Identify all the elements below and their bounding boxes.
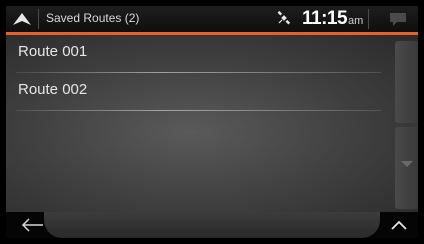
clock-time: 11:15 bbox=[302, 8, 348, 29]
scroll-up-button[interactable] bbox=[395, 41, 418, 123]
message-icon[interactable] bbox=[388, 11, 408, 27]
header-divider bbox=[38, 9, 39, 29]
list-separator bbox=[16, 110, 381, 111]
scroll-down-button[interactable] bbox=[395, 127, 418, 209]
saved-routes-panel: Route 001 Route 002 bbox=[6, 35, 418, 212]
clock-ampm: am bbox=[348, 15, 364, 27]
back-arrow-icon[interactable] bbox=[20, 217, 46, 233]
route-list: Route 001 Route 002 bbox=[6, 35, 381, 111]
satellite-icon bbox=[277, 11, 291, 25]
page-title: Saved Routes (2) bbox=[46, 11, 140, 25]
route-label: Route 002 bbox=[18, 81, 88, 98]
chevron-up-icon[interactable] bbox=[389, 218, 409, 232]
list-item-route-002[interactable]: Route 002 bbox=[6, 73, 381, 111]
app-screen: Saved Routes (2) 11:15am Route 001 Route… bbox=[6, 6, 418, 238]
clock: 11:15am bbox=[302, 8, 363, 30]
list-item-route-001[interactable]: Route 001 bbox=[6, 35, 381, 73]
header-divider-right bbox=[368, 9, 369, 29]
chevron-down-icon bbox=[401, 161, 413, 167]
bottom-bar-center bbox=[44, 212, 380, 238]
route-label: Route 001 bbox=[18, 43, 88, 60]
top-bar: Saved Routes (2) 11:15am bbox=[6, 6, 418, 32]
navigate-up-icon[interactable] bbox=[12, 12, 32, 26]
